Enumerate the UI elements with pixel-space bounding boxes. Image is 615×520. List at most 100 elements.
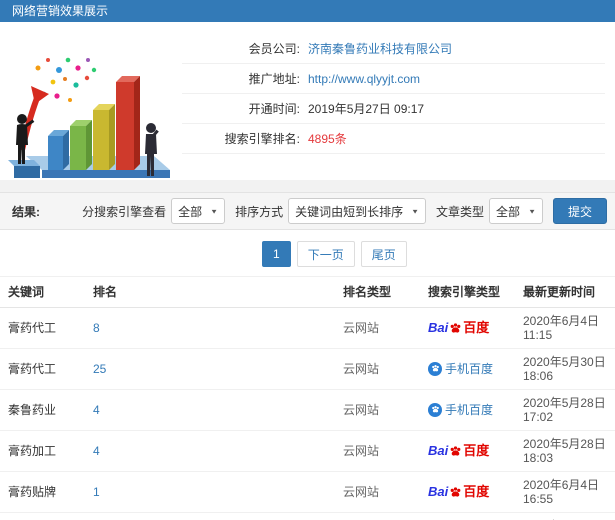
time-cell: 2020年5月28日 18:03: [515, 430, 615, 472]
rank-type-cell: 云网站: [335, 512, 420, 520]
engine-filter-value: 全部: [178, 204, 203, 219]
paw-icon: [431, 365, 439, 372]
info-row-rank-count: 搜索引擎排名: 4895条: [182, 124, 605, 154]
info-row-url: 推广地址: http://www.qlyyjt.com: [182, 64, 605, 94]
results-filter-bar: 结果: 分搜索引擎查看 全部 ▼ 排序方式 关键词由短到长排序 ▼ 文章类型 全…: [0, 192, 615, 230]
sort-label: 排序方式: [235, 204, 284, 219]
keyword-cell: 膏药代工: [0, 307, 85, 349]
page-last-button[interactable]: 尾页: [360, 241, 407, 267]
keyword-cell: 秦鲁药业: [0, 389, 85, 431]
keyword-cell: 口罩贴牌: [0, 512, 85, 520]
column-header-updated: 最新更新时间: [515, 276, 615, 308]
sort-select[interactable]: 关键词由短到长排序 ▼: [288, 198, 427, 224]
table-row: 秦鲁药业 4 云网站 手机百度 2020年5月28日 17:02: [0, 389, 615, 431]
pagination: 1 下一页 尾页: [0, 230, 615, 276]
time-cell: 2020年6月4日 11:15: [515, 307, 615, 349]
baidu-logo-prefix: Bai: [428, 484, 449, 499]
sort-value: 关键词由短到长排序: [295, 204, 404, 219]
rank-cell: 4: [85, 430, 335, 472]
bar-blue: [48, 130, 69, 170]
table-row: 膏药加工 4 云网站 Bai 百度 2020年5月28日 18:03: [0, 430, 615, 472]
info-panel: 会员公司: 济南秦鲁药业科技有限公司 推广地址: http://www.qlyy…: [0, 22, 615, 180]
info-fields: 会员公司: 济南秦鲁药业科技有限公司 推广地址: http://www.qlyy…: [182, 28, 615, 180]
page-title: 网络营销效果展示: [12, 4, 109, 18]
baidu-logo-prefix: Bai: [428, 443, 449, 458]
column-header-rank: 排名: [85, 276, 335, 308]
chevron-down-icon: ▼: [411, 207, 420, 215]
baidu-logo-suffix: 百度: [463, 484, 490, 499]
rank-cell: 8: [85, 307, 335, 349]
bar-yellow: [93, 104, 115, 170]
time-cell: 2020年5月28日 17:02: [515, 389, 615, 431]
rank-type-cell: 云网站: [335, 471, 420, 513]
mobile-baidu-icon: [428, 361, 442, 376]
table-row: 膏药代工 8 云网站 Bai 百度 2020年6月4日 11:15: [0, 307, 615, 349]
rank-cell: 29: [85, 512, 335, 520]
bar-chart-image: [8, 57, 170, 178]
column-header-rank-type: 排名类型: [335, 276, 420, 308]
title-bar: 网络营销效果展示: [0, 0, 615, 22]
keyword-cell: 膏药加工: [0, 430, 85, 472]
engine-filter-select[interactable]: 全部 ▼: [171, 198, 226, 224]
rank-cell: 4: [85, 389, 335, 431]
bar-green: [70, 120, 92, 170]
open-time-value: 2019年5月27日 09:17: [308, 102, 425, 116]
baidu-paw-icon: [450, 486, 461, 497]
chart-illustration: [0, 28, 182, 180]
baidu-paw-icon: [450, 445, 461, 456]
keyword-cell: 膏药贴牌: [0, 471, 85, 513]
baidu-logo-suffix: 百度: [463, 320, 490, 335]
results-table: 关键词 排名 排名类型 搜索引擎类型 最新更新时间 膏药代工 8 云网站 Bai…: [0, 276, 615, 520]
submit-button[interactable]: 提交: [552, 198, 607, 224]
time-cell: 2020年5月28日 16:55: [515, 512, 615, 520]
engine-cell: Bai 百度: [420, 430, 515, 472]
article-type-label: 文章类型: [436, 204, 485, 219]
rank-count-label: 搜索引擎排名:: [224, 132, 300, 146]
results-section-label: 结果:: [12, 204, 40, 219]
rank-count-value: 4895条: [308, 132, 347, 146]
baidu-mobile-badge: 手机百度: [428, 402, 494, 417]
baidu-pc-logo: Bai 百度: [428, 485, 489, 499]
rank-type-cell: 云网站: [335, 348, 420, 390]
promo-url-label: 推广地址:: [248, 72, 300, 86]
page-current[interactable]: 1: [262, 241, 291, 267]
mobile-baidu-icon: [428, 402, 442, 417]
rank-link[interactable]: 8: [93, 321, 100, 335]
baidu-logo-prefix: Bai: [428, 320, 449, 335]
baidu-logo-suffix: 百度: [463, 443, 490, 458]
baidu-mobile-label: 手机百度: [445, 402, 494, 417]
baidu-pc-logo: Bai 百度: [428, 444, 489, 458]
rank-type-cell: 云网站: [335, 389, 420, 431]
chevron-down-icon: ▼: [210, 207, 219, 215]
info-row-open-time: 开通时间: 2019年5月27日 09:17: [182, 94, 605, 124]
keyword-cell: 膏药代工: [0, 348, 85, 390]
member-company-link[interactable]: 济南秦鲁药业科技有限公司: [308, 40, 452, 57]
page-next-button[interactable]: 下一页: [296, 241, 355, 267]
rank-link[interactable]: 4: [93, 403, 100, 417]
article-type-select[interactable]: 全部 ▼: [489, 198, 543, 224]
rank-type-cell: 云网站: [335, 430, 420, 472]
paw-icon: [431, 406, 439, 413]
rank-cell: 25: [85, 348, 335, 390]
engine-cell: Bai 百度: [420, 307, 515, 349]
engine-cell: 手机百度: [420, 389, 515, 431]
engine-cell: 手机百度: [420, 512, 515, 520]
page: 网络营销效果展示 会员公司: 济南秦鲁药业科技有限公司 推广地址: http:/…: [0, 0, 615, 520]
engine-filter-label: 分搜索引擎查看: [82, 204, 167, 219]
time-cell: 2020年6月4日 16:55: [515, 471, 615, 513]
rank-type-cell: 云网站: [335, 307, 420, 349]
info-row-company: 会员公司: 济南秦鲁药业科技有限公司: [182, 34, 605, 64]
baidu-mobile-label: 手机百度: [445, 361, 494, 376]
baidu-paw-icon: [450, 322, 461, 333]
promo-url-link[interactable]: http://www.qlyyjt.com: [308, 72, 420, 86]
article-type-value: 全部: [496, 204, 521, 219]
open-time-label: 开通时间:: [248, 102, 300, 116]
results-table-body: 膏药代工 8 云网站 Bai 百度 2020年6月4日 11:15 膏药代工 2…: [0, 307, 615, 520]
table-row: 口罩贴牌 29 云网站 手机百度 2020年5月28日 16:55: [0, 512, 615, 520]
rank-link[interactable]: 1: [93, 485, 100, 499]
rank-link[interactable]: 25: [93, 362, 106, 376]
rank-link[interactable]: 4: [93, 444, 100, 458]
engine-cell: 手机百度: [420, 348, 515, 390]
table-row: 膏药贴牌 1 云网站 Bai 百度 2020年6月4日 16:55: [0, 471, 615, 513]
engine-cell: Bai 百度: [420, 471, 515, 513]
